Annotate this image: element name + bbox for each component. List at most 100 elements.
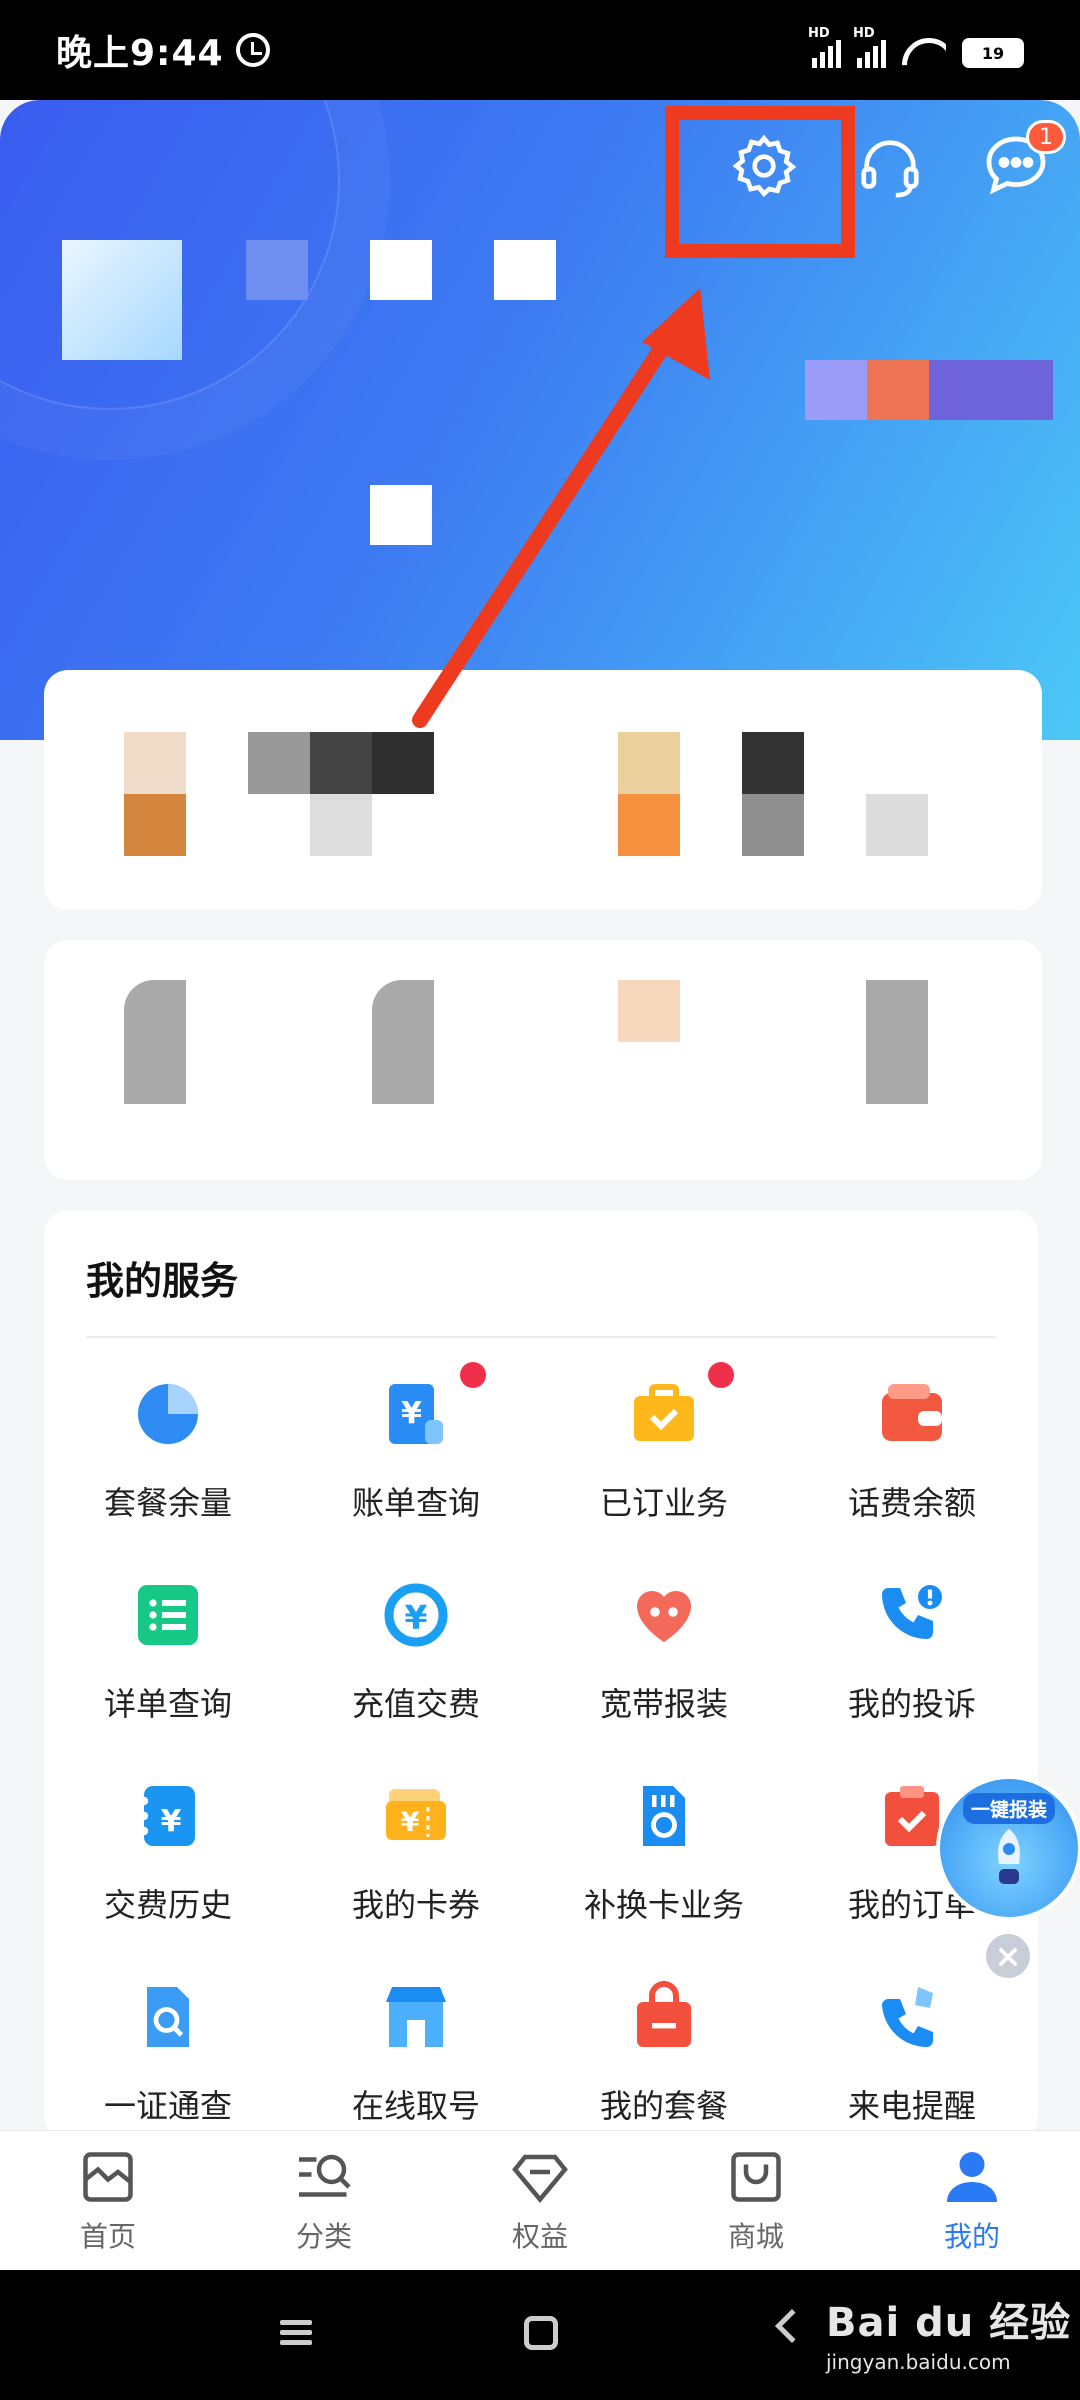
service-item[interactable]: 补换卡业务 xyxy=(540,1762,788,1937)
pie-chart-icon xyxy=(138,1383,198,1444)
obscured-block-3 xyxy=(248,732,310,794)
nav-label: 我的 xyxy=(943,2219,1000,2253)
customer-service-button[interactable] xyxy=(850,126,930,206)
service-label: 已订业务 xyxy=(599,1483,728,1522)
rocket-icon xyxy=(998,1829,1020,1884)
svg-text:¥: ¥ xyxy=(401,1396,422,1431)
messages-button[interactable]: 1 xyxy=(976,120,1066,206)
obscured-block-4 xyxy=(310,732,372,794)
notification-dot xyxy=(460,1361,486,1388)
obscured-decoration xyxy=(805,360,867,420)
obscured-name xyxy=(246,240,308,300)
my-services-section: 我的服务 套餐余量 ¥ 账单查询 已订业务 话费余额 详单查询 ¥ 充值交费 宽… xyxy=(44,1210,1038,2140)
obscured-block-7 xyxy=(618,732,680,794)
battery-level: 19 xyxy=(981,43,1005,63)
obscured-decoration-3 xyxy=(929,360,1053,420)
service-item[interactable]: 我的套餐 xyxy=(540,1963,788,2138)
close-float-button[interactable]: × xyxy=(982,1930,1034,1982)
nav-mall[interactable]: 商城 xyxy=(648,2131,864,2270)
diamond-icon xyxy=(512,2154,568,2203)
service-item[interactable]: 已订业务 xyxy=(540,1360,788,1535)
signal-icon-2: HD xyxy=(853,26,886,68)
service-item[interactable]: 宽带报装 xyxy=(540,1561,788,1736)
service-item[interactable]: 详单查询 xyxy=(44,1561,292,1736)
nav-benefits[interactable]: 权益 xyxy=(432,2131,648,2270)
status-bar: 晚上9:44 HD HD 19 xyxy=(0,0,1080,100)
service-item[interactable]: ¥ 交费历史 xyxy=(44,1762,292,1937)
nav-label: 商城 xyxy=(727,2219,784,2253)
section-title: 我的服务 xyxy=(86,1259,239,1303)
network-type-label: HD xyxy=(808,26,830,41)
one-click-report-label: 一键报装 xyxy=(962,1793,1055,1824)
service-item[interactable]: 我的投诉 xyxy=(788,1561,1036,1736)
home-icon xyxy=(83,2151,133,2202)
message-count-badge: 1 xyxy=(1026,120,1066,154)
obscured-block-11 xyxy=(866,794,928,856)
one-click-report-button[interactable]: 一键报装 xyxy=(936,1775,1080,1921)
id-check-icon xyxy=(147,1986,189,2047)
watermark-url: jingyan.baidu.com xyxy=(826,2350,1011,2374)
service-label: 我的套餐 xyxy=(599,2086,728,2125)
service-label: 详单查询 xyxy=(103,1684,232,1723)
service-label: 在线取号 xyxy=(351,2086,480,2125)
nav-label: 权益 xyxy=(511,2219,568,2253)
phone-alert-icon xyxy=(882,1584,942,1639)
back-button[interactable] xyxy=(775,2309,809,2343)
annotation-highlight-box xyxy=(665,106,855,258)
recents-button[interactable] xyxy=(280,2320,312,2350)
obscured-block-15 xyxy=(866,980,928,1104)
obscured-block-2 xyxy=(124,794,186,856)
service-label: 交费历史 xyxy=(103,1885,232,1924)
services-grid: 套餐余量 ¥ 账单查询 已订业务 话费余额 详单查询 ¥ 充值交费 宽带报装 我… xyxy=(44,1360,1038,2138)
wallet-icon xyxy=(882,1383,942,1441)
bill-icon: ¥ xyxy=(389,1383,443,1444)
store-icon xyxy=(386,1986,446,2047)
coupon-icon: ¥ xyxy=(386,1788,446,1840)
watermark-brand: Bai du 经验 xyxy=(826,2300,1072,2346)
nav-home[interactable]: 首页 xyxy=(0,2131,216,2270)
alarm-icon xyxy=(235,33,270,67)
call-reminder-icon xyxy=(882,1986,933,2047)
service-item[interactable]: ¥ 我的卡券 xyxy=(292,1762,540,1937)
obscured-block-8 xyxy=(618,794,680,856)
service-item[interactable]: ¥ 账单查询 xyxy=(292,1360,540,1535)
obscured-block-9 xyxy=(742,732,804,794)
obscured-block-5 xyxy=(372,732,434,794)
service-item[interactable]: 来电提醒 xyxy=(788,1963,1036,2138)
heart-icon xyxy=(637,1590,691,1642)
service-item[interactable]: ¥ 充值交费 xyxy=(292,1561,540,1736)
svg-text:¥: ¥ xyxy=(161,1804,182,1839)
service-label: 充值交费 xyxy=(351,1684,480,1723)
home-button[interactable] xyxy=(524,2316,558,2350)
signal-icon: HD xyxy=(808,26,841,68)
obscured-block-13 xyxy=(372,980,434,1104)
list-icon xyxy=(138,1584,198,1645)
nav-mine[interactable]: 我的 xyxy=(864,2131,1080,2270)
service-item[interactable]: 在线取号 xyxy=(292,1963,540,2138)
obscured-block-6 xyxy=(310,794,372,856)
notification-dot xyxy=(708,1361,734,1388)
service-label: 补换卡业务 xyxy=(583,1885,744,1924)
nav-category[interactable]: 分类 xyxy=(216,2131,432,2270)
watermark: Bai du 经验 jingyan.baidu.com xyxy=(826,2290,1071,2374)
nav-label: 首页 xyxy=(79,2219,136,2253)
service-item[interactable]: 话费余额 xyxy=(788,1360,1036,1535)
sim-swap-icon xyxy=(643,1785,685,1846)
service-label: 我的投诉 xyxy=(847,1684,976,1723)
close-icon: × xyxy=(994,1937,1022,1975)
wifi-icon xyxy=(902,36,946,68)
service-label: 套餐余量 xyxy=(103,1483,232,1522)
user-icon xyxy=(947,2151,997,2202)
service-item[interactable]: 套餐余量 xyxy=(44,1360,292,1535)
annotation-arrow xyxy=(412,288,710,728)
divider xyxy=(86,1336,996,1338)
service-item[interactable]: 一证通查 xyxy=(44,1963,292,2138)
service-label: 一证通查 xyxy=(103,2086,232,2125)
service-label: 我的卡券 xyxy=(351,1885,480,1924)
obscured-block xyxy=(124,732,186,794)
nav-label: 分类 xyxy=(295,2219,352,2253)
obscured-block-10 xyxy=(742,794,804,856)
headset-icon xyxy=(861,140,919,198)
shop-bag-icon xyxy=(731,2151,781,2202)
network-type-label-2: HD xyxy=(853,26,875,41)
